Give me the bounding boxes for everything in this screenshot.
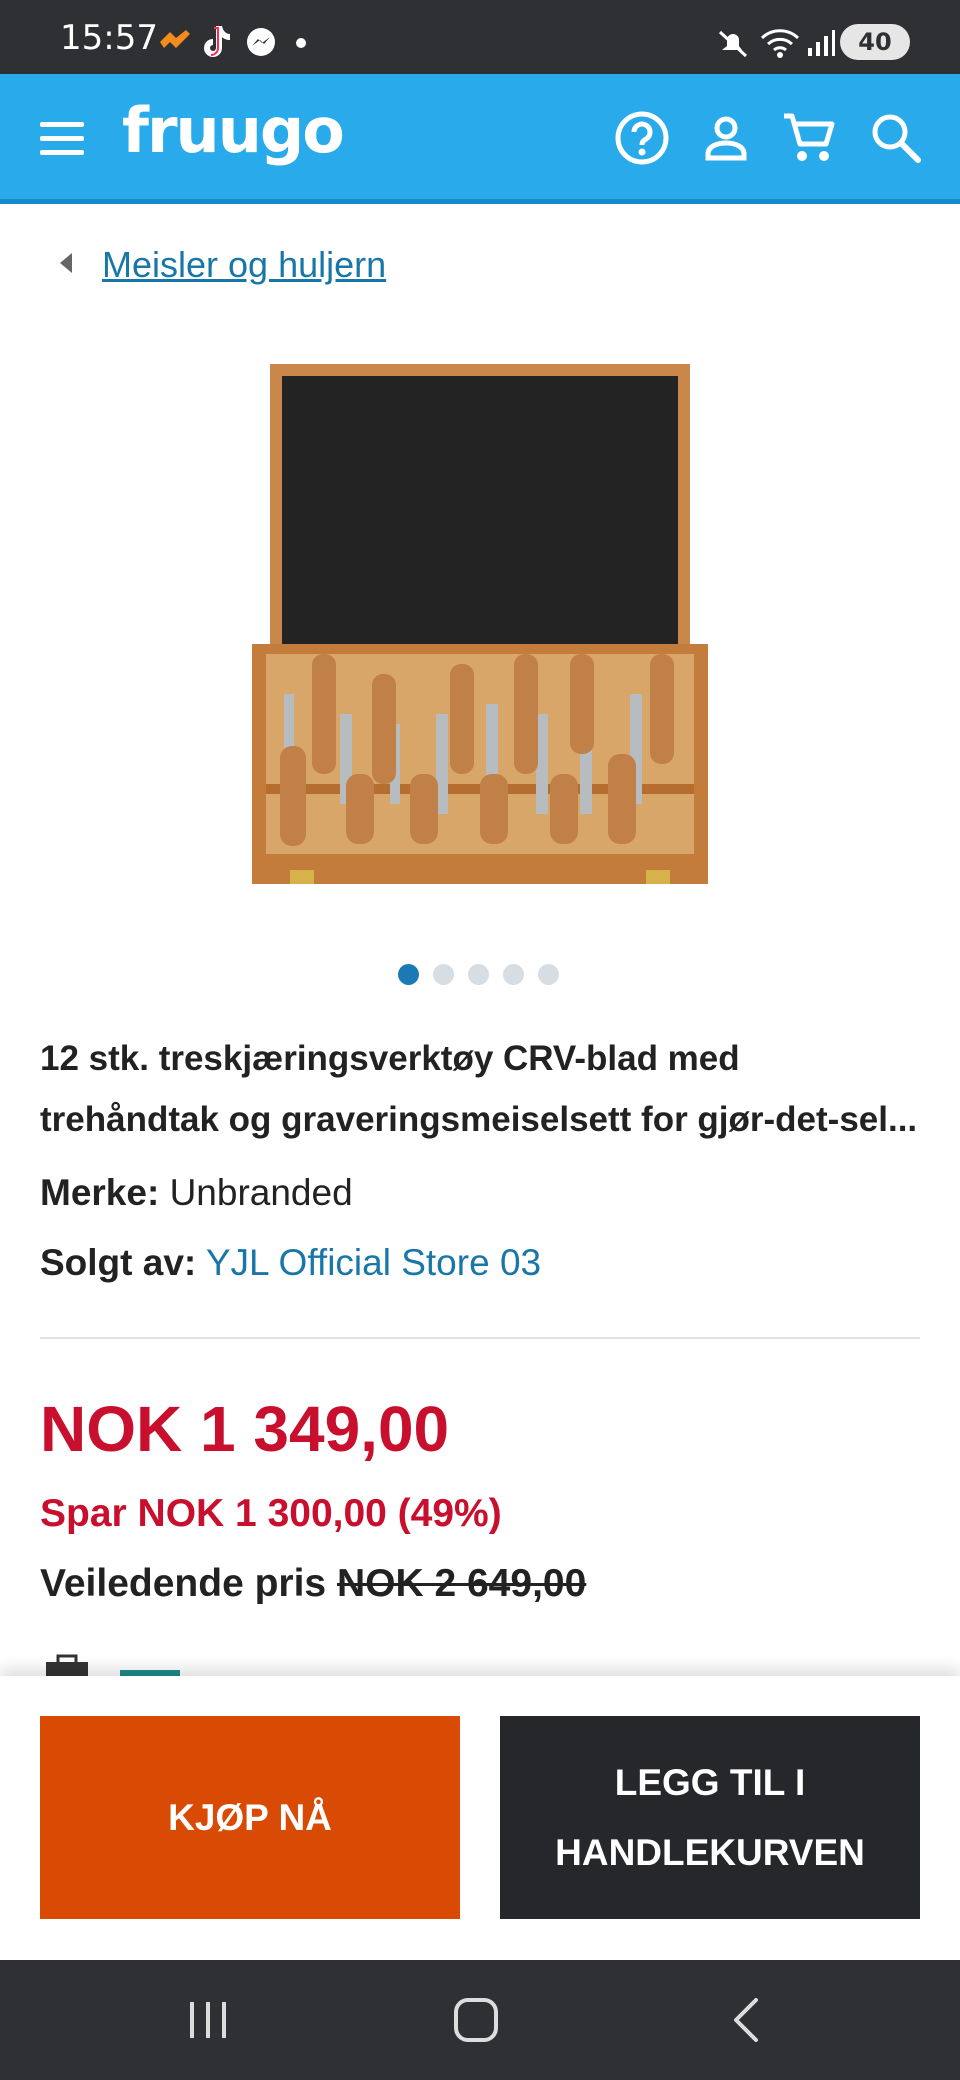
home-icon[interactable] [446, 1994, 506, 2046]
menu-icon[interactable] [38, 118, 88, 158]
status-time: 15:57 [60, 18, 158, 58]
action-bar: KJØP NÅ LEGG TIL I HANDLEKURVEN [0, 1676, 960, 1960]
product-title-line-1: 12 stk. treskjæringsverktøy CRV-blad med [40, 1039, 740, 1078]
cart-icon[interactable] [780, 108, 840, 168]
current-price: NOK 1 349,00 [40, 1393, 450, 1465]
brand-row: Merke: Unbranded [40, 1172, 353, 1214]
back-icon[interactable] [716, 1994, 776, 2046]
fruugo-logo[interactable]: fruugo [122, 94, 345, 167]
dot-icon [296, 38, 306, 48]
mute-icon [716, 28, 750, 60]
breadcrumb-link[interactable]: Meisler og huljern [102, 244, 386, 286]
rrp-label: Veiledende pris [40, 1562, 327, 1605]
seller-label: Solgt av: [40, 1242, 197, 1283]
gallery-dot-2[interactable] [433, 964, 454, 985]
brand-label: Merke: [40, 1172, 160, 1213]
orange-app-icon [158, 28, 192, 56]
buy-now-button[interactable]: KJØP NÅ [40, 1716, 460, 1919]
brand-value: Unbranded [169, 1172, 353, 1213]
gallery-dot-1[interactable] [398, 964, 419, 985]
gallery-dot-4[interactable] [503, 964, 524, 985]
battery-indicator: 40 [840, 24, 910, 60]
recent-apps-icon[interactable] [178, 1994, 238, 2046]
account-icon[interactable] [696, 108, 756, 168]
rrp-value: NOK 2 649,00 [336, 1562, 587, 1605]
gallery-pagination [398, 964, 559, 985]
add-to-cart-button[interactable]: LEGG TIL I HANDLEKURVEN [500, 1716, 920, 1919]
tiktok-icon [200, 24, 232, 60]
messenger-icon [244, 26, 278, 60]
savings-text: Spar NOK 1 300,00 (49%) [40, 1492, 502, 1535]
product-title-line-2: trehåndtak og graveringsmeiselsett for g… [40, 1100, 918, 1139]
chevron-left-icon [58, 251, 74, 280]
seller-link[interactable]: YJL Official Store 03 [206, 1242, 541, 1283]
gallery-dot-3[interactable] [468, 964, 489, 985]
battery-level: 40 [858, 28, 892, 56]
product-image[interactable] [250, 354, 710, 894]
system-nav-bar [0, 1960, 960, 2080]
partially-hidden-row [40, 1650, 920, 1678]
gallery-dot-5[interactable] [538, 964, 559, 985]
help-icon[interactable] [612, 108, 672, 168]
product-title: 12 stk. treskjæringsverktøy CRV-blad med… [40, 1028, 930, 1150]
recommended-price: Veiledende pris NOK 2 649,00 [40, 1562, 586, 1606]
signal-icon [806, 28, 836, 58]
seller-row: Solgt av: YJL Official Store 03 [40, 1242, 541, 1284]
site-header: fruugo [0, 74, 960, 204]
section-divider [40, 1337, 920, 1339]
search-icon[interactable] [866, 108, 926, 168]
wifi-icon [760, 26, 800, 60]
status-bar: 15:57 40 [0, 0, 960, 74]
breadcrumb[interactable]: Meisler og huljern [58, 244, 386, 286]
